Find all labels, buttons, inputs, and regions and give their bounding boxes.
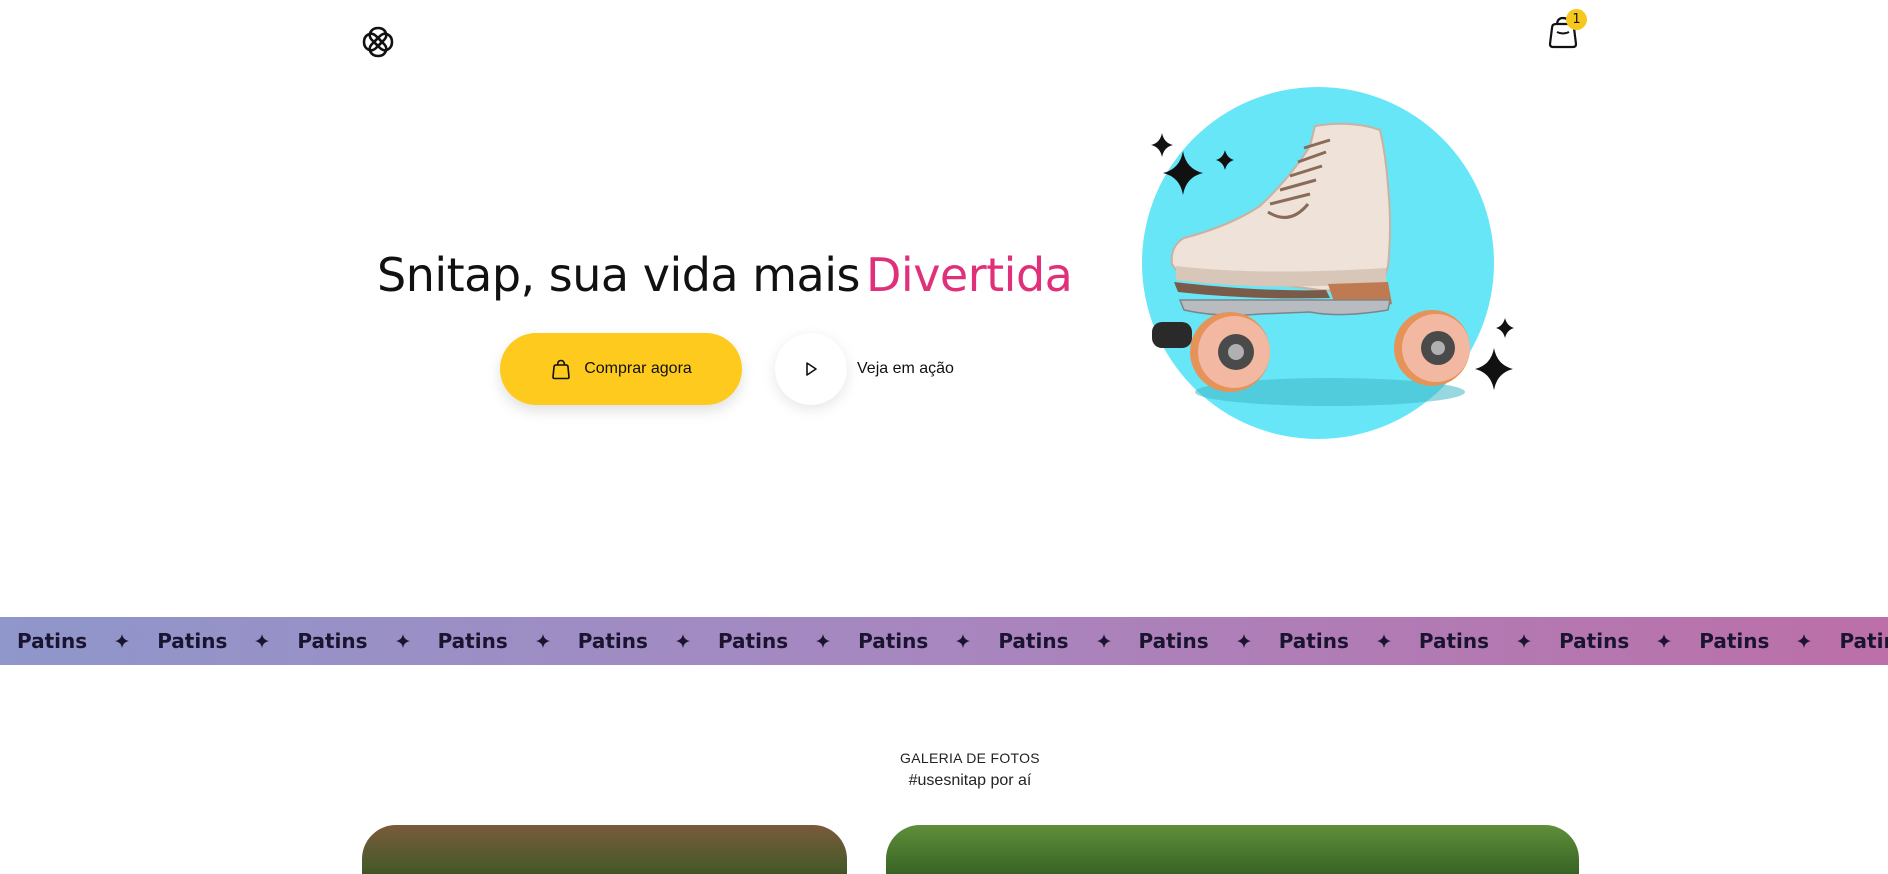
sparkle-icon: [115, 634, 130, 648]
sparkle-icon: [1797, 634, 1812, 648]
marquee-word: Patins: [717, 629, 789, 653]
watch-in-action-link[interactable]: Veja em ação: [857, 360, 954, 378]
marquee-track: Patins Patins Patins Patins Patins Patins Pati…: [0, 629, 1888, 653]
skate-wheel-front: [1190, 312, 1270, 392]
marquee-word: Patins: [17, 629, 88, 653]
marquee-word: Patins: [1138, 629, 1209, 653]
sparkle-icon: [1657, 634, 1672, 648]
sparkle-icon: [395, 634, 410, 648]
roller-skate-illustration: [1142, 87, 1514, 439]
hero-title: Snitap, sua vida mais Divertida: [377, 248, 1073, 302]
buy-now-label: Comprar agora: [584, 360, 692, 377]
marquee-word: Patins: [297, 629, 368, 653]
marquee-word: Patins: [437, 629, 508, 653]
sparkle-icon: [1475, 348, 1513, 390]
marquee-word: Patins: [1278, 629, 1349, 653]
sparkle-icon: [535, 634, 550, 648]
marquee-word: Patins: [1418, 629, 1490, 653]
logo-icon[interactable]: [361, 25, 395, 59]
sparkle-icon: [675, 634, 690, 648]
hero-title-text: Snitap, sua vida mais: [377, 248, 861, 302]
sparkle-icon: [1496, 318, 1514, 338]
marquee-word: Patins: [1839, 629, 1888, 653]
sparkle-icon: [1236, 634, 1251, 648]
sparkle-icon: [1096, 634, 1111, 648]
hero-title-accent: Divertida: [866, 248, 1073, 302]
buy-now-button[interactable]: Comprar agora: [500, 333, 742, 405]
play-video-button[interactable]: [775, 333, 847, 405]
sparkle-icon: [816, 634, 831, 648]
marquee-word: Patins: [1559, 629, 1630, 653]
toe-stop: [1152, 322, 1192, 348]
marquee-word: Patins: [998, 629, 1069, 653]
marquee-word: Patins: [157, 629, 228, 653]
sparkle-icon: [1517, 634, 1532, 648]
cart-count-badge: 1: [1566, 9, 1587, 30]
gallery-heading: #usesnitap por aí: [908, 772, 1032, 789]
sparkle-icon: [1151, 133, 1173, 157]
skate-wheel-back: [1394, 310, 1470, 386]
play-icon: [806, 362, 817, 376]
marquee-word: Patins: [1699, 629, 1770, 653]
patins-marquee: Patins Patins Patins Patins Patins Patins Pati…: [0, 617, 1888, 665]
gallery-photo[interactable]: [362, 825, 847, 874]
gallery-eyebrow: GALERIA DE FOTOS: [900, 750, 1040, 766]
sparkle-icon: [956, 634, 971, 648]
gallery-photo[interactable]: [886, 825, 1579, 874]
sparkle-icon: [1376, 634, 1391, 648]
skate-plate: [1178, 299, 1391, 317]
marquee-word: Patins: [858, 629, 929, 653]
sparkle-icon: [255, 634, 270, 648]
shopping-bag-icon: [552, 359, 570, 380]
marquee-word: Patins: [577, 629, 648, 653]
